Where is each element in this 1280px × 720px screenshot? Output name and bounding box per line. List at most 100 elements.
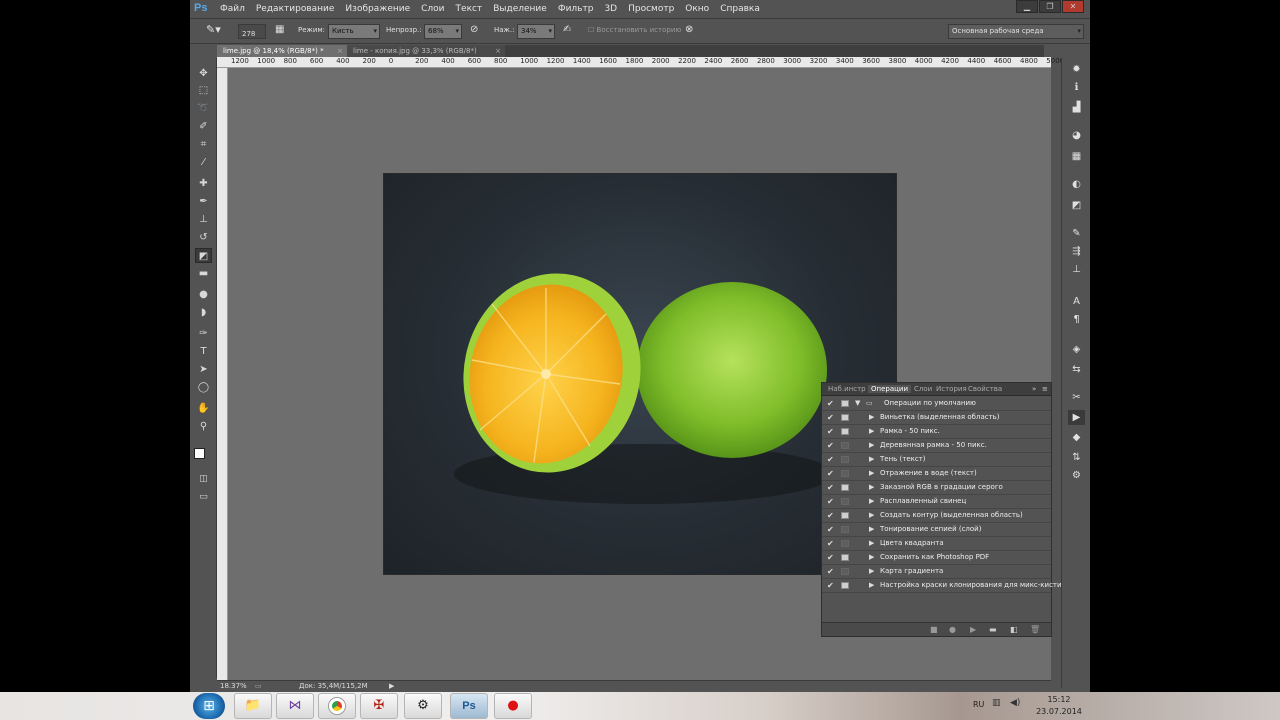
menu-item-3[interactable]: Слои bbox=[421, 4, 444, 14]
expand-triangle-icon[interactable]: ▶ bbox=[869, 553, 874, 561]
marquee-tool-icon[interactable]: ⬚ bbox=[195, 83, 212, 98]
action-row[interactable]: ✔ ▶ Заказной RGB в градации серого bbox=[822, 481, 1051, 495]
eraser-tool-preset-icon[interactable]: ✎▾ bbox=[206, 23, 221, 36]
action-row[interactable]: ✔ ▶ Рамка - 50 пикс. bbox=[822, 425, 1051, 439]
shape-tool-icon[interactable]: ◯ bbox=[195, 380, 212, 395]
dodge-tool-icon[interactable]: ◗ bbox=[195, 305, 212, 320]
record-icon[interactable]: ● bbox=[949, 625, 956, 634]
menu-item-5[interactable]: Выделение bbox=[493, 4, 547, 14]
checkmark-icon[interactable]: ✔ bbox=[827, 539, 834, 548]
brightness-icon[interactable]: ✹ bbox=[1068, 62, 1085, 77]
restore-button[interactable]: ❐ bbox=[1039, 0, 1061, 13]
expand-triangle-icon[interactable]: ▶ bbox=[869, 469, 874, 477]
checkmark-icon[interactable]: ✔ bbox=[827, 525, 834, 534]
tab-lime-close-icon[interactable]: × bbox=[337, 45, 343, 57]
properties-icon[interactable]: ⚙ bbox=[1068, 468, 1085, 483]
dialog-toggle-icon[interactable] bbox=[841, 442, 849, 449]
language-indicator[interactable]: RU bbox=[973, 700, 984, 709]
gradient-tool-icon[interactable]: ▬ bbox=[195, 266, 212, 281]
tab-history[interactable]: История bbox=[936, 385, 967, 393]
pressure-size-icon[interactable]: ⊗ bbox=[685, 24, 693, 35]
expand-triangle-icon[interactable]: ▶ bbox=[869, 567, 874, 575]
menu-item-1[interactable]: Редактирование bbox=[256, 4, 335, 14]
play-icon[interactable]: ▶ bbox=[970, 625, 976, 634]
tool-presets-icon[interactable]: ⇆ bbox=[1068, 362, 1085, 377]
dialog-toggle-icon[interactable] bbox=[841, 554, 849, 561]
checkmark-icon[interactable]: ✔ bbox=[827, 581, 834, 590]
explorer-app-icon[interactable]: 📁 bbox=[234, 693, 272, 719]
new-set-icon[interactable]: ▬ bbox=[989, 625, 997, 634]
hand-tool-icon[interactable]: ✋ bbox=[195, 401, 212, 416]
minimize-button[interactable]: ▁ bbox=[1016, 0, 1038, 13]
menu-item-8[interactable]: Просмотр bbox=[628, 4, 674, 14]
menu-item-7[interactable]: 3D bbox=[604, 4, 617, 14]
layers-icon[interactable]: ◆ bbox=[1068, 430, 1085, 445]
trash-icon[interactable]: 🗑 bbox=[1030, 625, 1040, 634]
brush-panel-icon[interactable]: ▦ bbox=[275, 24, 284, 35]
visual-studio-app-icon[interactable]: ⋈ bbox=[276, 693, 314, 719]
volume-icon[interactable]: ◀) bbox=[1010, 698, 1020, 708]
new-action-icon[interactable]: ◧ bbox=[1010, 625, 1018, 634]
expand-triangle-icon[interactable]: ▶ bbox=[869, 539, 874, 547]
action-row[interactable]: ✔ ▶ Карта градиента bbox=[822, 565, 1051, 579]
menu-item-2[interactable]: Изображение bbox=[345, 4, 410, 14]
actions-icon[interactable]: ▶ bbox=[1068, 410, 1085, 425]
checkmark-icon[interactable]: ✔ bbox=[827, 413, 834, 422]
tab-actions[interactable]: Операции bbox=[868, 385, 911, 393]
mode-dropdown[interactable]: Кисть bbox=[328, 24, 380, 39]
action-row[interactable]: ✔ ▶ Цвета квадранта bbox=[822, 537, 1051, 551]
color-icon[interactable]: ◕ bbox=[1068, 128, 1085, 143]
dialog-toggle-icon[interactable] bbox=[841, 526, 849, 533]
dialog-toggle-icon[interactable] bbox=[841, 568, 849, 575]
clone-stamp-tool-icon[interactable]: ⊥ bbox=[195, 212, 212, 227]
dialog-toggle-icon[interactable] bbox=[841, 540, 849, 547]
clone-source-icon[interactable]: ⊥ bbox=[1068, 262, 1085, 277]
histogram-icon[interactable]: ▟ bbox=[1068, 100, 1085, 115]
dialog-toggle-icon[interactable] bbox=[841, 512, 849, 519]
network-icon[interactable]: ▥ bbox=[992, 698, 1001, 708]
menu-item-0[interactable]: Файл bbox=[220, 4, 245, 14]
airbrush-icon[interactable]: ✍ bbox=[563, 24, 571, 35]
flow-field[interactable]: 34% bbox=[517, 24, 555, 39]
expand-triangle-icon[interactable]: ▶ bbox=[869, 455, 874, 463]
move-tool-icon[interactable]: ✥ bbox=[195, 66, 212, 81]
blur-tool-icon[interactable]: ● bbox=[195, 287, 212, 302]
history-brush-tool-icon[interactable]: ↺ bbox=[195, 230, 212, 245]
expand-triangle-icon[interactable]: ▶ bbox=[869, 413, 874, 421]
expand-triangle-icon[interactable]: ▶ bbox=[869, 511, 874, 519]
styles-icon[interactable]: ◩ bbox=[1068, 198, 1085, 213]
action-row[interactable]: ✔ ▶ Расплавленный свинец bbox=[822, 495, 1051, 509]
quick-select-tool-icon[interactable]: ✐ bbox=[195, 119, 212, 134]
start-button[interactable]: ⊞ bbox=[193, 693, 225, 719]
zoom-level[interactable]: 18.37% bbox=[220, 682, 247, 690]
action-row[interactable]: ✔ ▶ Сохранить как Photoshop PDF bbox=[822, 551, 1051, 565]
document-image[interactable] bbox=[383, 173, 897, 575]
expand-triangle-icon[interactable]: ▶ bbox=[869, 525, 874, 533]
menu-item-6[interactable]: Фильтр bbox=[558, 4, 594, 14]
tools-icon[interactable]: ✂ bbox=[1068, 390, 1085, 405]
3d-icon[interactable]: ◈ bbox=[1068, 342, 1085, 357]
zoom-tool-icon[interactable]: ⚲ bbox=[195, 419, 212, 434]
checkmark-icon[interactable]: ✔ bbox=[827, 441, 834, 450]
steam-app-icon[interactable]: ⚙ bbox=[404, 693, 442, 719]
erase-history-checkbox[interactable]: ☐ Восстановить историю bbox=[588, 26, 681, 34]
foreground-color-swatch[interactable] bbox=[194, 448, 205, 459]
character-icon[interactable]: A bbox=[1068, 294, 1085, 309]
dialog-toggle-icon[interactable] bbox=[841, 582, 849, 589]
collapse-icon[interactable]: » bbox=[1032, 385, 1036, 393]
paragraph-icon[interactable]: ¶ bbox=[1068, 312, 1085, 327]
checkmark-icon[interactable]: ✔ bbox=[827, 567, 834, 576]
opacity-field[interactable]: 68% bbox=[424, 24, 462, 39]
menu-item-10[interactable]: Справка bbox=[720, 4, 760, 14]
zoom-export-icon[interactable]: ▭ bbox=[255, 682, 262, 690]
lasso-tool-icon[interactable]: ➰ bbox=[195, 101, 212, 116]
screen-mode-icon[interactable]: ▭ bbox=[195, 490, 212, 505]
tab-layers[interactable]: Слои bbox=[914, 385, 932, 393]
dialog-toggle-icon[interactable] bbox=[841, 470, 849, 477]
dialog-toggle-icon[interactable] bbox=[841, 484, 849, 491]
brush-tool-icon[interactable]: ✒ bbox=[195, 194, 212, 209]
dialog-toggle-icon[interactable] bbox=[841, 428, 849, 435]
expand-triangle-icon[interactable]: ▶ bbox=[869, 581, 874, 589]
action-row[interactable]: ✔ ▶ Создать контур (выделенная область) bbox=[822, 509, 1051, 523]
brush-size-picker[interactable]: 278 bbox=[238, 24, 266, 39]
